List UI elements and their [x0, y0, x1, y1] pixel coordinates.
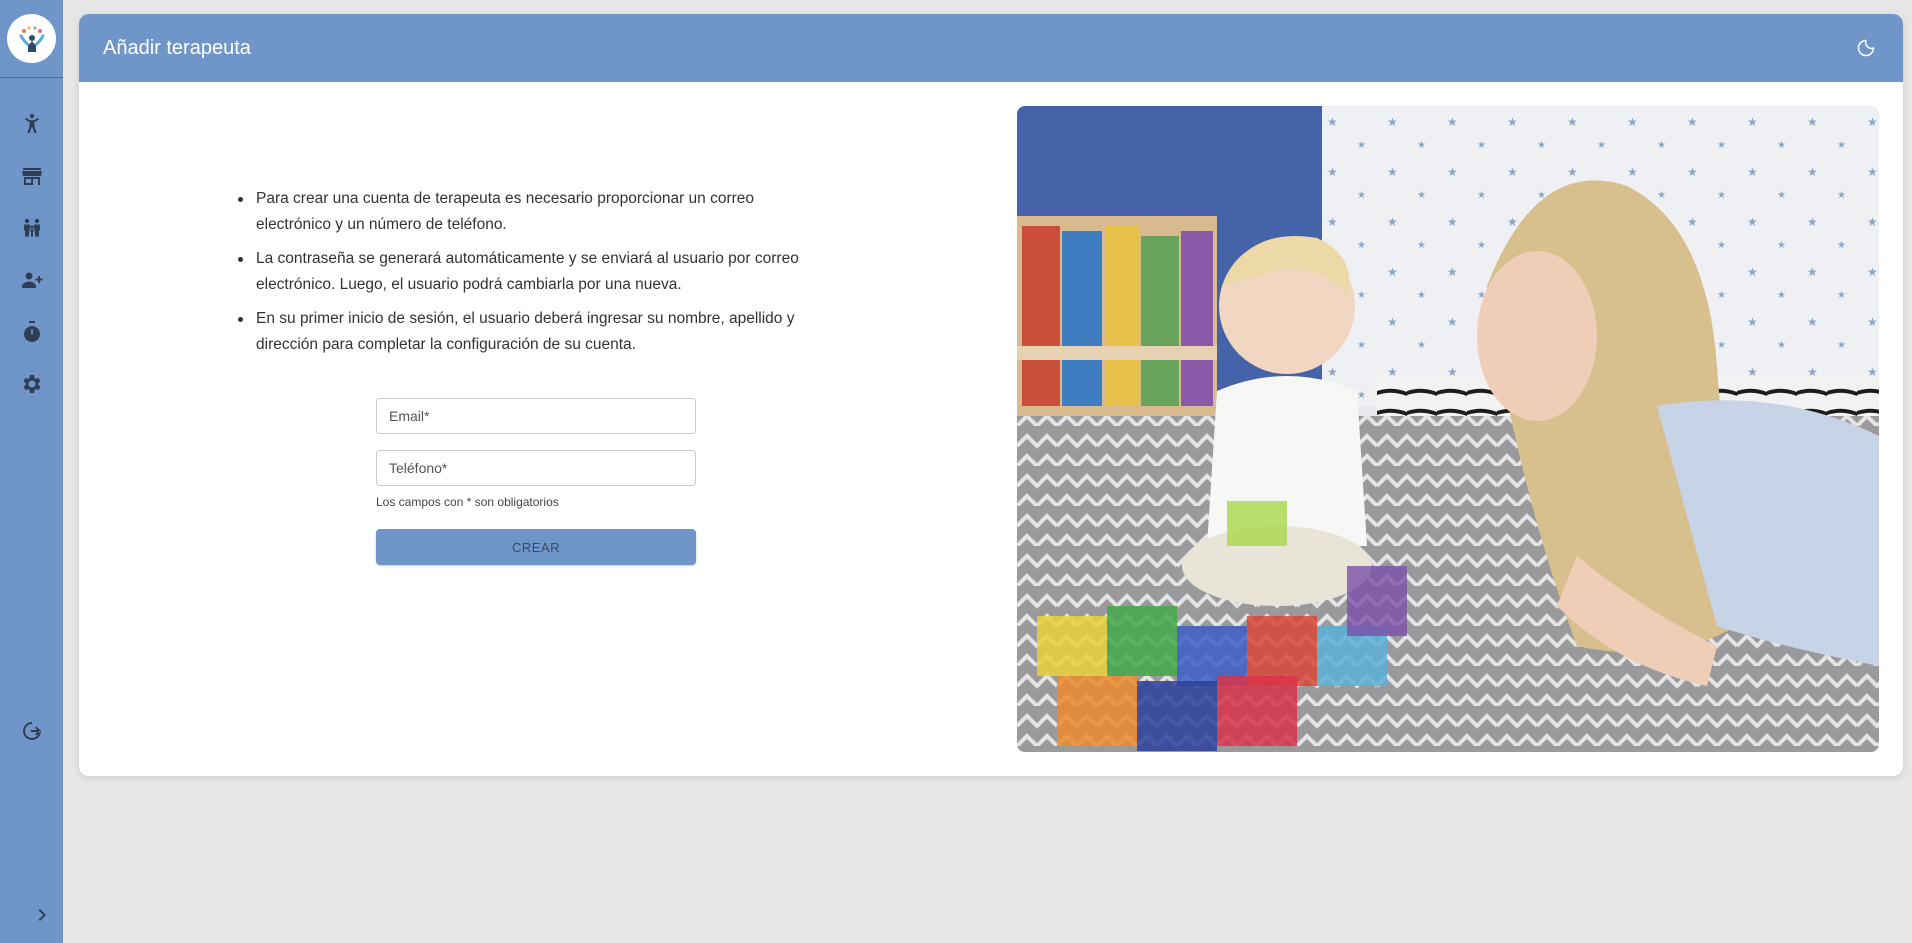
sidebar-collapse-button[interactable]	[26, 899, 58, 931]
bullet	[238, 197, 243, 202]
therapist-with-child-photo: ★ ★	[1017, 106, 1879, 752]
info-item: En su primer inicio de sesión, el usuari…	[238, 306, 856, 358]
info-item-text: En su primer inicio de sesión, el usuari…	[256, 310, 795, 353]
bullet	[238, 257, 243, 262]
card-header: Añadir terapeuta	[79, 14, 1903, 82]
sidebar	[0, 0, 63, 943]
sidebar-item-families[interactable]	[0, 208, 63, 248]
phone-field[interactable]	[376, 450, 696, 486]
sidebar-item-add-therapist[interactable]	[0, 260, 63, 300]
page-title: Añadir terapeuta	[103, 36, 251, 59]
gear-icon	[22, 375, 41, 393]
info-list: Para crear una cuenta de terapeuta es ne…	[238, 186, 856, 366]
moon-icon	[1857, 39, 1875, 57]
sidebar-item-centers[interactable]	[0, 156, 63, 196]
family-icon	[23, 218, 40, 237]
sidebar-item-settings[interactable]	[0, 364, 63, 404]
child-icon	[24, 113, 39, 133]
timer-icon	[23, 321, 40, 342]
create-button[interactable]: CREAR	[376, 529, 696, 565]
sidebar-header	[0, 0, 63, 78]
photo-illustration: ★ ★	[1017, 106, 1879, 752]
logout-button[interactable]	[0, 711, 63, 751]
info-item: Para crear una cuenta de terapeuta es ne…	[238, 186, 856, 238]
store-icon	[21, 168, 42, 185]
therapy-logo-icon	[19, 25, 44, 52]
theme-toggle-button[interactable]	[1853, 35, 1879, 61]
required-fields-hint: Los campos con * son obligatorios	[376, 495, 559, 509]
info-item-text: La contraseña se generará automáticament…	[256, 250, 799, 293]
add-user-icon	[21, 272, 42, 288]
sidebar-item-sessions[interactable]	[0, 312, 63, 352]
add-therapist-card: Añadir terapeuta Para crear una cuenta d…	[79, 14, 1903, 776]
sidebar-item-patients[interactable]	[0, 104, 63, 144]
info-item: La contraseña se generará automáticament…	[238, 246, 856, 298]
email-field[interactable]	[376, 398, 696, 434]
app-logo[interactable]	[7, 14, 56, 63]
chevron-right-icon	[38, 909, 46, 921]
bullet	[238, 317, 243, 322]
logout-icon	[22, 722, 41, 740]
info-item-text: Para crear una cuenta de terapeuta es ne…	[256, 190, 755, 233]
